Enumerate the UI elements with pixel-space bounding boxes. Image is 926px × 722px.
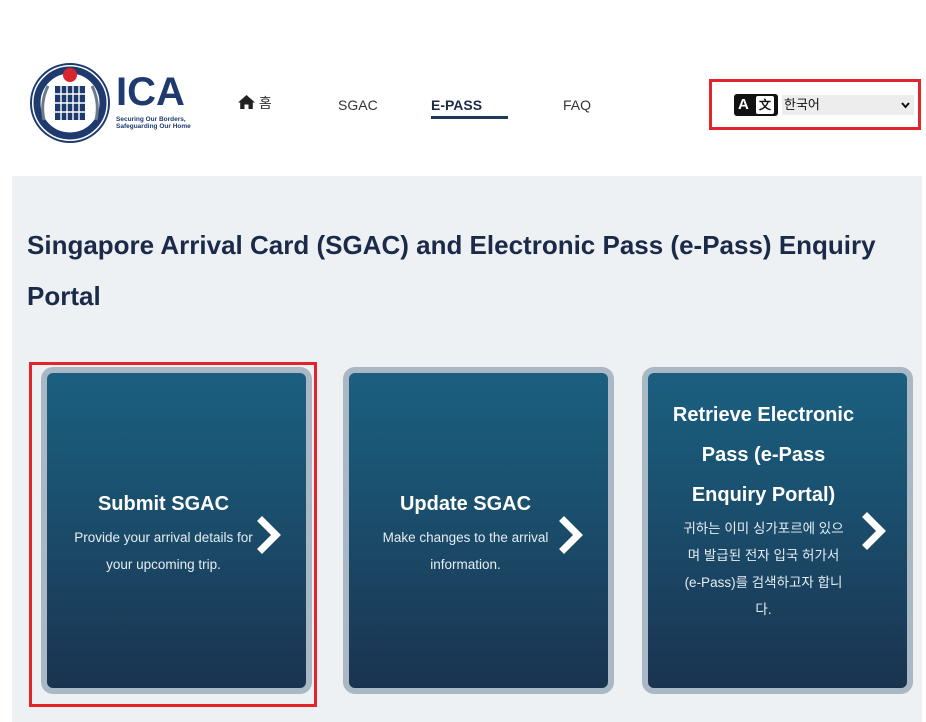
nav-home[interactable]: 홈 (238, 93, 272, 113)
card-description-line-3: (e-Pass)를 검색하고자 합니 (684, 575, 843, 590)
page-title: Singapore Arrival Card (SGAC) and Electr… (27, 230, 876, 311)
card-update-sgac-frame: Update SGAC Make changes to the arrival … (343, 367, 614, 694)
nav-sgac[interactable]: SGAC (338, 97, 378, 113)
card-update-sgac[interactable]: Update SGAC Make changes to the arrival … (349, 373, 608, 688)
logo-wordmark: ICA (116, 70, 185, 114)
card-retrieve-epass-frame: Retrieve Electronic Pass (e-Pass Enquiry… (642, 367, 913, 694)
card-description-line-2: 며 발급된 전자 입국 허가서 (687, 548, 840, 563)
ica-logo[interactable]: ICA Securing Our Borders, Safeguarding O… (30, 62, 196, 146)
language-select-value: 한국어 (784, 97, 820, 112)
ica-seal-icon (30, 63, 110, 143)
nav-faq[interactable]: FAQ (563, 97, 591, 113)
home-icon (238, 95, 255, 109)
card-retrieve-epass[interactable]: Retrieve Electronic Pass (e-Pass Enquiry… (648, 373, 907, 688)
translate-icon: A 文 (734, 94, 778, 116)
nav-home-label: 홈 (258, 95, 272, 111)
card-submit-sgac-highlight (29, 362, 317, 707)
chevron-right-icon (862, 512, 886, 550)
logo-text: ICA Securing Our Borders, Safeguarding O… (116, 72, 191, 130)
card-title: Retrieve Electronic Pass (e-Pass Enquiry… (672, 404, 855, 506)
chevron-right-icon (559, 516, 583, 554)
logo-tagline-1: Securing Our Borders, (116, 116, 186, 123)
language-select[interactable]: 한국어 (782, 95, 914, 115)
card-description-line-1: 귀하는 이미 싱가포르에 있으 (683, 521, 844, 536)
card-description: Make changes to the arrival information. (382, 530, 549, 572)
card-title: Update SGAC (399, 493, 532, 515)
nav-active-underline (431, 116, 508, 119)
language-selector-highlight: A 文 한국어 (709, 79, 921, 130)
nav-epass[interactable]: E-PASS (431, 97, 482, 113)
logo-tagline-2: Safeguarding Our Home (116, 123, 191, 130)
chevron-down-icon (901, 95, 910, 122)
card-description-line-4: 다. (755, 602, 772, 617)
